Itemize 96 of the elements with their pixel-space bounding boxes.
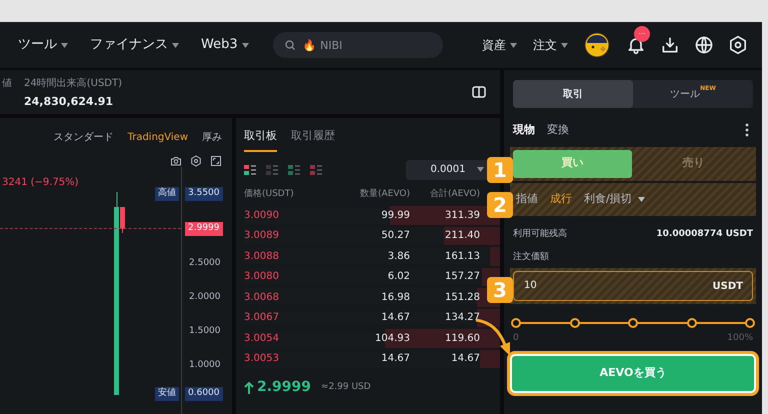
nav-menu[interactable]: ツール: [18, 35, 68, 55]
slider-step[interactable]: [570, 318, 580, 328]
ask-price: 3.0068: [244, 290, 280, 305]
step-number-badge: 1: [487, 157, 513, 183]
caret-icon: [510, 42, 517, 48]
more-options-icon[interactable]: [745, 123, 749, 138]
price-change-text: 3241 (−9.75%): [2, 176, 79, 190]
caret-icon: [561, 42, 568, 48]
column-header: 価格(USDT): [244, 188, 295, 200]
settings-icon[interactable]: [728, 35, 748, 55]
search-icon: [284, 39, 296, 51]
price-tag: 高値: [155, 187, 179, 200]
slider-step[interactable]: [511, 318, 521, 328]
order-total: 157.27: [444, 270, 480, 284]
order-total: 134.27: [444, 311, 480, 326]
settings-icon[interactable]: [190, 155, 202, 167]
order-amount: 14.67: [380, 311, 410, 326]
percentage-slider[interactable]: [511, 316, 755, 330]
trade-mode-tab[interactable]: 変換: [547, 122, 569, 138]
order-type-tab[interactable]: 指値: [516, 190, 538, 208]
order-total: 14.67: [450, 352, 480, 366]
slider-min-label: 0: [513, 332, 519, 344]
stat-label: 値: [2, 77, 12, 91]
order-type-tab[interactable]: 利食/損切: [584, 190, 645, 208]
avatar-icon[interactable]: [584, 32, 610, 58]
last-price-usd: ≈2.99 USD: [321, 380, 371, 394]
column-header: 合計(AEVO): [429, 188, 480, 200]
nav-menu[interactable]: 注文: [533, 36, 568, 54]
fullscreen-icon[interactable]: [210, 155, 222, 167]
ask-price: 3.0088: [244, 250, 280, 264]
axis-label: 1.5000: [189, 325, 220, 338]
step-number-badge: 2: [487, 192, 513, 218]
order-book-view-icon[interactable]: [244, 164, 256, 174]
ask-price: 3.0054: [244, 332, 280, 346]
order-amount: 6.02: [386, 270, 410, 284]
step-number-badge: 3: [487, 277, 513, 303]
chart-view-tab[interactable]: 厚み: [202, 130, 222, 145]
axis-label: 2.0000: [189, 291, 220, 304]
ask-price: 3.0067: [244, 311, 280, 326]
order-amount: 104.93: [374, 332, 410, 346]
precision-dropdown[interactable]: 0.0001: [406, 160, 490, 180]
axis-label: 1.0000: [189, 359, 220, 372]
order-total: 161.13: [444, 250, 480, 264]
axis-label: 2.5000: [189, 257, 220, 270]
order-amount: 99.99: [380, 208, 410, 223]
unit-label: USDT: [712, 280, 743, 294]
ask-price: 3.0053: [244, 352, 280, 366]
caret-icon: [638, 196, 645, 202]
order-total: 311.39: [444, 208, 480, 223]
order-book-tab[interactable]: 取引履歴: [291, 128, 335, 152]
nav-menu[interactable]: 資産: [482, 36, 517, 54]
order-total: 119.60: [444, 332, 480, 346]
ask-price: 3.0080: [244, 270, 280, 284]
order-amount: 14.67: [380, 352, 410, 366]
trade-tab[interactable]: 取引: [513, 80, 633, 108]
order-total: 151.28: [444, 290, 480, 305]
order-total: 211.40: [444, 229, 480, 244]
slider-max-label: 100%: [727, 332, 753, 344]
caret-icon: [477, 167, 484, 172]
caret-icon: [172, 42, 179, 48]
order-amount: 3.86: [386, 250, 410, 264]
order-amount: 50.27: [380, 229, 410, 244]
price-tag: 2.9999: [185, 222, 222, 236]
download-icon[interactable]: [660, 35, 680, 55]
book-layout-icon[interactable]: [472, 86, 486, 98]
order-book-view-icon[interactable]: [266, 164, 278, 174]
field-label: 注文価額: [512, 251, 550, 264]
caret-icon: [242, 42, 249, 48]
column-header: 数量(AEVO): [359, 188, 410, 200]
stat-value: 24,830,624.91: [24, 94, 114, 110]
globe-icon[interactable]: [694, 35, 714, 55]
balance-value: 10.00008774 USDT: [656, 228, 753, 240]
chart-view-tab[interactable]: TradingView: [128, 130, 188, 145]
ask-price: 3.0090: [244, 208, 280, 223]
nav-menu[interactable]: Web3: [201, 35, 249, 55]
slider-step[interactable]: [745, 318, 755, 328]
search-field[interactable]: 🔥 NIBI: [272, 32, 443, 58]
price-tag: 0.6000: [185, 387, 222, 400]
price-tag: 安値: [155, 387, 179, 400]
order-amount: 16.98: [380, 290, 410, 305]
chart-view-tab[interactable]: スタンダード: [54, 130, 114, 145]
order-type-tab[interactable]: 成行: [550, 190, 572, 208]
ask-price: 3.0089: [244, 229, 280, 244]
caret-icon: [61, 42, 68, 48]
order-book-tab[interactable]: 取引板: [244, 128, 277, 152]
slider-step[interactable]: [628, 318, 638, 328]
stat-label: 24時間出来高(USDT): [24, 76, 122, 91]
slider-step[interactable]: [686, 318, 696, 328]
price-tag: 3.5500: [185, 187, 222, 200]
last-price: 2.9999: [257, 378, 312, 397]
camera-icon[interactable]: [170, 155, 182, 167]
balance-label: 利用可能残高: [513, 228, 567, 240]
order-book-view-icon[interactable]: [310, 164, 322, 174]
nav-menu[interactable]: ファイナンス: [90, 35, 179, 55]
order-book-view-icon[interactable]: [288, 164, 300, 174]
trade-mode-tab[interactable]: 現物: [513, 122, 535, 138]
